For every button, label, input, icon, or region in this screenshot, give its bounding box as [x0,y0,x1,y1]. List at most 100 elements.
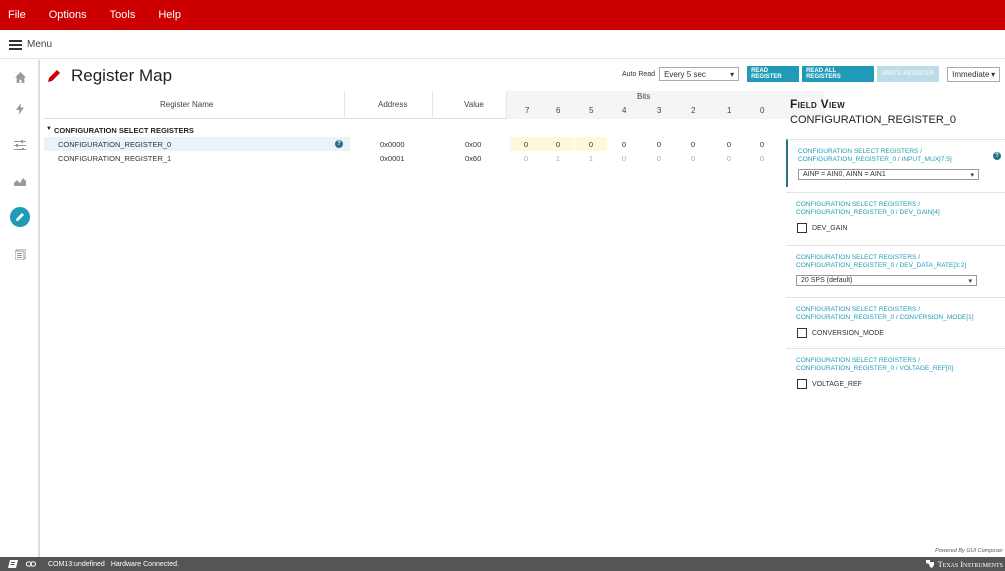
help-icon[interactable]: ? [993,152,1001,160]
menu-toggle-label[interactable]: Menu [27,39,52,50]
register-value[interactable]: 0x60 [465,154,481,163]
field-card-voltage-ref: CONFIGURATION SELECT REGISTERS / CONFIGU… [786,348,1005,393]
input-mux-value: AINP = AIN0, AINN = AIN1 [803,171,886,178]
field-card-conversion-mode: CONFIGURATION SELECT REGISTERS / CONFIGU… [786,297,1005,342]
field-view-register: CONFIGURATION_REGISTER_0 [790,114,957,126]
menu-file[interactable]: File [8,9,26,21]
chart-icon[interactable] [11,172,29,190]
page-header: Register Map [47,66,172,86]
page-title: Register Map [71,66,173,85]
bit-header-6: 6 [556,106,561,115]
register-value[interactable]: 0x00 [465,140,481,149]
brand-name: Texas Instruments [937,559,1003,569]
status-bar: COM13:undefined Hardware Connected. Texa… [0,557,1005,571]
document-icon[interactable] [11,245,29,263]
hamburger-icon[interactable] [9,39,22,50]
auto-read-select[interactable]: Every 5 sec ▾ [659,67,740,81]
conversion-mode-checkbox[interactable]: CONVERSION_MODE [797,328,1005,338]
help-icon[interactable]: ? [335,140,343,148]
pencil-icon [48,70,60,82]
link-icon[interactable] [26,560,36,568]
checkbox-label: CONVERSION_MODE [812,329,884,337]
register-name: CONFIGURATION_REGISTER_1 [58,154,172,163]
subbar: Menu [0,30,1005,59]
bit-header-3: 3 [657,106,662,115]
bit-cell-0[interactable]: 0 [746,137,778,151]
terminal-icon[interactable] [8,560,18,568]
chevron-down-icon: ▾ [991,69,996,79]
bit-cell-4[interactable]: 0 [608,137,640,151]
bits-header-bg [506,91,824,119]
input-mux-select[interactable]: AINP = AIN0, AINN = AIN1 ▾ [798,169,979,180]
collapse-triangle-icon[interactable]: ▼ [46,126,52,132]
table-row[interactable]: CONFIGURATION_REGISTER_1 0x0001 0x60 0 1… [44,151,780,165]
field-label: CONFIGURATION SELECT REGISTERS / CONFIGU… [798,148,952,163]
bit-cell-2[interactable]: 0 [677,151,709,165]
field-card-input-mux: CONFIGURATION SELECT REGISTERS / CONFIGU… [786,139,1005,187]
flash-icon[interactable] [11,100,29,118]
menu-options[interactable]: Options [49,9,87,21]
bit-cell-6[interactable]: 1 [542,151,574,165]
menu-help[interactable]: Help [158,9,181,21]
left-nav [0,60,40,557]
bit-cell-4[interactable]: 0 [608,151,640,165]
bit-header-7: 7 [525,106,530,115]
read-all-registers-button[interactable]: READ ALL REGISTERS [802,66,875,82]
toolbar: Auto Read Every 5 sec ▾ READ REGISTER RE… [600,65,1001,83]
field-card-data-rate: CONFIGURATION SELECT REGISTERS / CONFIGU… [786,245,1005,290]
brand-logo: Texas Instruments [925,557,1003,571]
bit-cell-6[interactable]: 0 [542,137,574,151]
powered-by-label: Powered By GUI Composer [935,548,1003,554]
bit-cell-5[interactable]: 0 [575,137,607,151]
texas-instruments-icon [925,560,934,568]
bit-cell-2[interactable]: 0 [677,137,709,151]
bit-header-2: 2 [691,106,696,115]
bit-cell-7[interactable]: 0 [510,137,542,151]
menu-tools[interactable]: Tools [110,9,136,21]
checkbox-box[interactable] [797,328,807,338]
bit-cell-1[interactable]: 0 [713,151,745,165]
register-group-label: CONFIGURATION SELECT REGISTERS [54,126,194,135]
chevron-down-icon: ▾ [968,277,972,285]
checkbox-box[interactable] [797,223,807,233]
bit-header-4: 4 [622,106,627,115]
bit-cell-0[interactable]: 0 [746,151,778,165]
field-view-title: Field View [790,97,845,111]
chevron-down-icon: ▾ [970,171,974,179]
chevron-down-icon: ▾ [730,69,735,79]
write-mode-select[interactable]: Immediate ▾ [947,66,1001,82]
data-rate-select[interactable]: 20 SPS (default) ▾ [796,275,977,286]
bit-cell-3[interactable]: 0 [643,151,675,165]
column-value: Value [464,100,484,109]
pencil-icon[interactable] [10,207,30,227]
bit-cell-1[interactable]: 0 [713,137,745,151]
column-bits: Bits [637,92,651,101]
field-label: CONFIGURATION SELECT REGISTERS / CONFIGU… [796,306,974,321]
write-register-button[interactable]: WRITE REGISTER [877,66,940,82]
bit-cell-5[interactable]: 1 [575,151,607,165]
field-card-dev-gain: CONFIGURATION SELECT REGISTERS / CONFIGU… [786,192,1005,237]
field-label: CONFIGURATION SELECT REGISTERS / CONFIGU… [796,201,940,216]
register-address: 0x0001 [380,154,405,163]
home-icon[interactable] [11,68,29,86]
checkbox-box[interactable] [797,379,807,389]
dev-gain-checkbox[interactable]: DEV_GAIN [797,223,1005,233]
checkbox-label: VOLTAGE_REF [812,380,862,388]
column-register-name: Register Name [160,100,214,109]
table-header: Register Name Address Value Bits 7 6 5 4… [44,91,824,119]
status-port: COM13:undefined [48,560,105,568]
bit-header-5: 5 [589,106,594,115]
menubar: File Options Tools Help [0,0,1005,30]
read-register-button[interactable]: READ REGISTER [747,66,800,82]
bit-cell-3[interactable]: 0 [643,137,675,151]
register-name: CONFIGURATION_REGISTER_0 [58,140,172,149]
bit-cell-7[interactable]: 0 [510,151,542,165]
bit-header-0: 0 [760,106,765,115]
column-address: Address [378,100,408,109]
sliders-icon[interactable] [11,136,29,154]
register-group-row[interactable]: ▼ CONFIGURATION SELECT REGISTERS [44,123,780,137]
bit-header-1: 1 [727,106,732,115]
checkbox-label: DEV_GAIN [812,224,848,232]
voltage-ref-checkbox[interactable]: VOLTAGE_REF [797,379,1005,389]
table-row[interactable]: CONFIGURATION_REGISTER_0 ? 0x0000 0x00 0… [44,137,780,151]
